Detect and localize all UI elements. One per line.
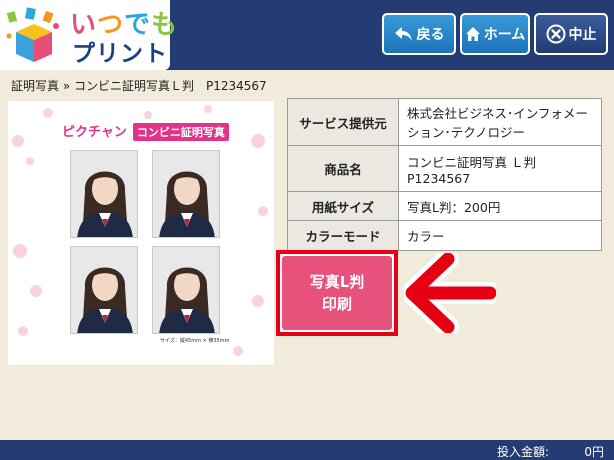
info-value: 写真L判：200円 [398, 191, 602, 221]
home-button-label: ホーム [483, 27, 526, 43]
breadcrumb: 証明写真 » コンビニ証明写真Ｌ判 P1234567 [11, 79, 267, 93]
back-arrow-icon [394, 27, 412, 41]
header-bar: いつでも プリント 戻る ホーム 中止 [0, 0, 614, 70]
cube-logo-icon [6, 7, 59, 62]
info-value: コンビニ証明写真 Ｌ判 P1234567 [398, 145, 602, 192]
id-photo-2 [152, 150, 220, 238]
footer-bar: 投入金額: 0円 [0, 440, 614, 460]
info-value: 株式会社ビジネス･インフォメーション･テクノロジー [398, 98, 602, 146]
info-key: 用紙サイズ [287, 191, 399, 221]
print-button-line1: 写真L判 [309, 273, 365, 291]
home-button[interactable]: ホーム [460, 13, 530, 55]
photo-sheet-preview: ピクチャン コンビニ証明写真 サイズ：縦45mm × 横35mm [8, 101, 274, 365]
sheet-title: ピクチャン コンビニ証明写真 [62, 121, 229, 141]
info-key: カラーモード [287, 220, 399, 251]
print-button-line2: 印刷 [321, 295, 352, 313]
sheet-subtitle: コンビニ証明写真 [132, 123, 229, 141]
info-key: 商品名 [287, 145, 399, 192]
back-button[interactable]: 戻る [382, 13, 456, 55]
logo-text-bottom: プリント [72, 41, 168, 67]
table-row: 商品名 コンビニ証明写真 Ｌ判 P1234567 [287, 145, 602, 192]
table-row: カラーモード カラー [287, 220, 602, 251]
cancel-button[interactable]: 中止 [534, 13, 608, 55]
back-button-label: 戻る [416, 27, 445, 43]
table-row: サービス提供元 株式会社ビジネス･インフォメーション･テクノロジー [287, 98, 602, 146]
info-value: カラー [398, 220, 602, 251]
product-info-table: サービス提供元 株式会社ビジネス･インフォメーション･テクノロジー 商品名 コン… [287, 98, 602, 251]
size-note: サイズ：縦45mm × 横35mm [160, 338, 230, 344]
pointer-arrow-icon [404, 253, 496, 333]
cancel-button-label: 中止 [568, 27, 597, 43]
app-logo: いつでも プリント [0, 0, 177, 70]
home-icon [465, 27, 480, 41]
amount-value: 0円 [584, 445, 604, 459]
id-photo-4 [152, 246, 220, 334]
table-row: 用紙サイズ 写真L判：200円 [287, 191, 602, 221]
cancel-x-icon [546, 24, 565, 44]
amount-label: 投入金額: [496, 445, 549, 459]
sheet-brand: ピクチャン [62, 125, 127, 140]
id-photo-3 [70, 246, 138, 334]
print-photo-button[interactable]: 写真L判 印刷 [282, 256, 392, 330]
id-photo-1 [70, 150, 138, 238]
info-key: サービス提供元 [287, 98, 399, 146]
